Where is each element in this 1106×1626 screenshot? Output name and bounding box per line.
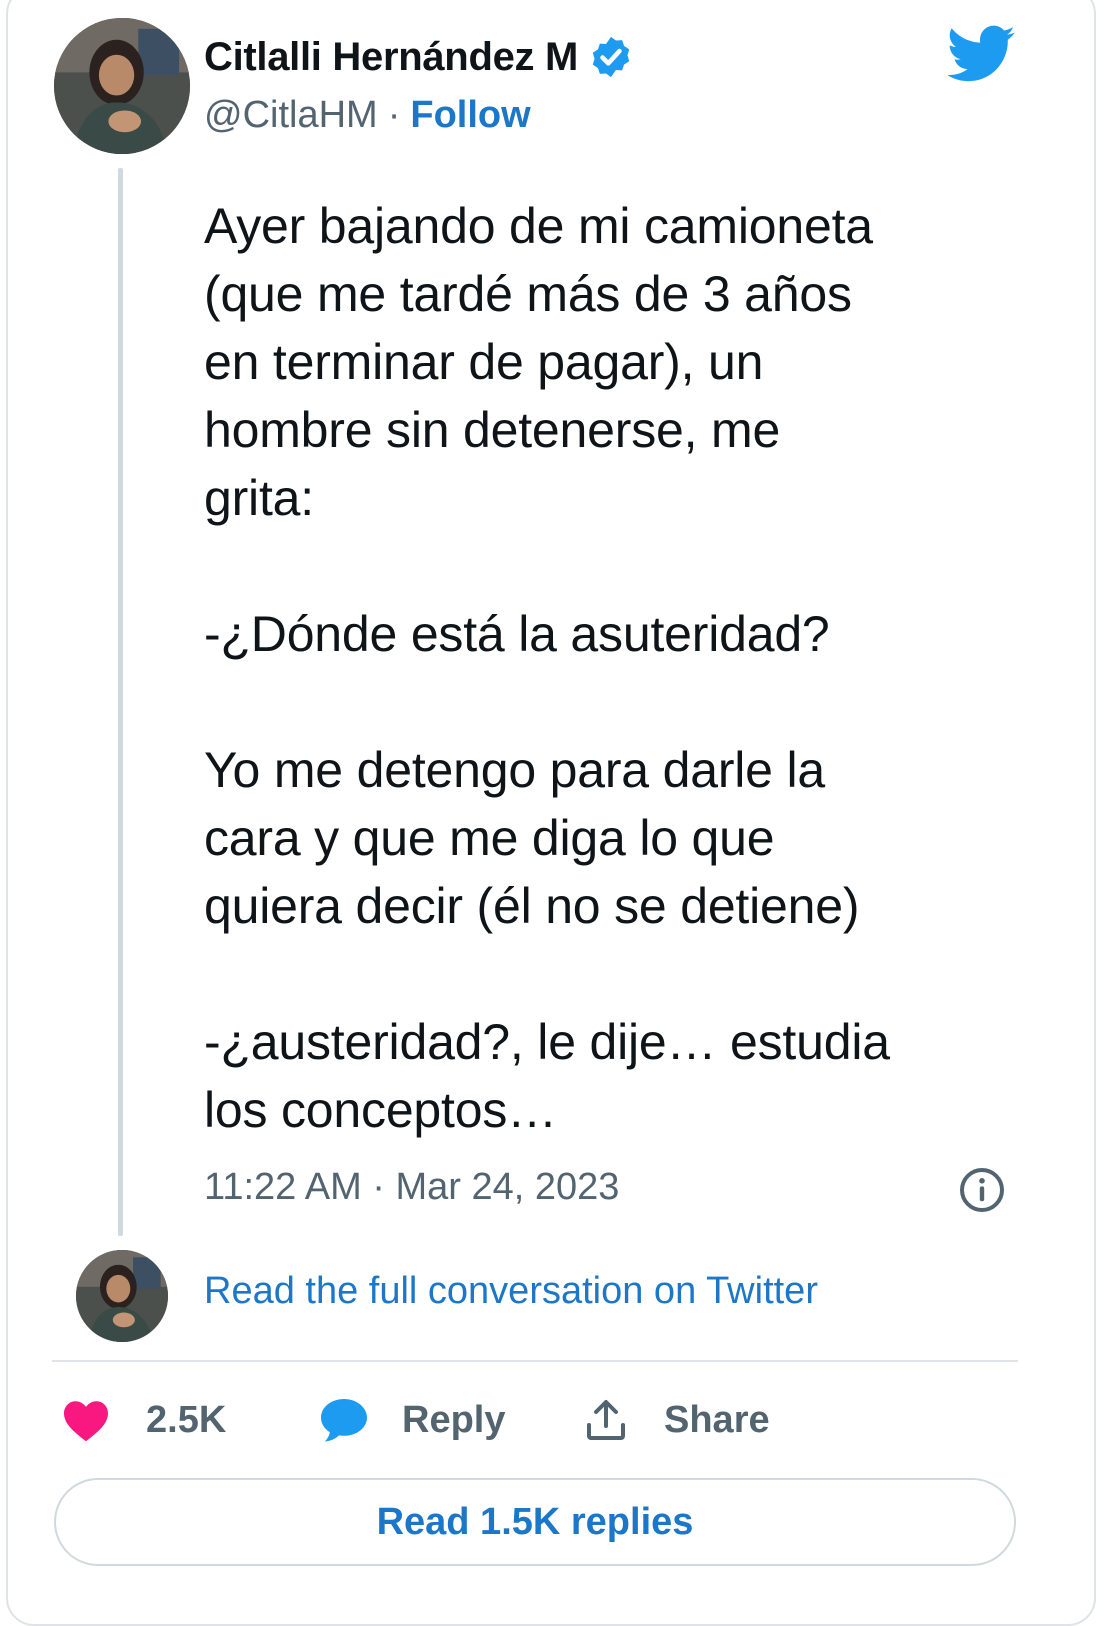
speech-bubble-icon: [321, 1399, 367, 1442]
tweet-text: Ayer bajando de mi camioneta (que me tar…: [204, 198, 890, 1138]
share-label: Share: [664, 1398, 770, 1441]
follow-link[interactable]: Follow: [410, 94, 530, 137]
author-handle[interactable]: @CitlaHM: [204, 94, 378, 137]
reply-button[interactable]: Reply: [318, 1392, 505, 1448]
like-count: 2.5K: [146, 1398, 227, 1441]
read-replies-button[interactable]: Read 1.5K replies: [54, 1478, 1016, 1566]
info-icon[interactable]: [958, 1166, 1006, 1214]
separator-dot: ·: [387, 94, 401, 136]
tweet-timestamp[interactable]: 11:22 AM · Mar 24, 2023: [204, 1166, 619, 1209]
twitter-bird-icon[interactable]: [948, 24, 1016, 84]
author-avatar-small[interactable]: [76, 1250, 168, 1342]
read-full-conversation-link[interactable]: Read the full conversation on Twitter: [204, 1270, 818, 1313]
divider: [52, 1360, 1018, 1362]
author-avatar[interactable]: [54, 18, 190, 154]
reply-label: Reply: [402, 1398, 506, 1441]
author-name[interactable]: Citlalli Hernández M: [204, 35, 578, 80]
like-button[interactable]: 2.5K: [62, 1392, 226, 1448]
avatar-photo-icon: [54, 18, 190, 154]
author-name-row: Citlalli Hernández M: [204, 34, 634, 80]
avatar-photo-icon: [76, 1250, 168, 1342]
author-handle-row: @CitlaHM · Follow: [204, 94, 531, 137]
verified-badge-icon: [592, 36, 630, 78]
upload-icon: [587, 1400, 625, 1440]
share-button[interactable]: Share: [582, 1392, 770, 1448]
thread-line: [118, 168, 123, 1236]
heart-icon: [64, 1401, 108, 1442]
